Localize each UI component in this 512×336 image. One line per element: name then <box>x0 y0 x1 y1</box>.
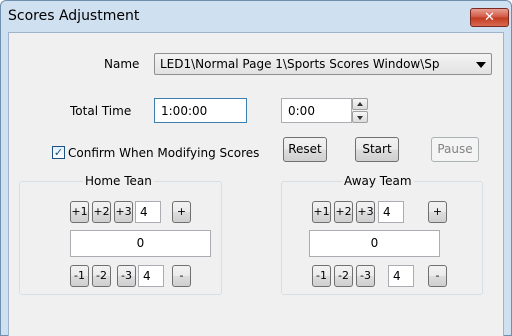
home-plus-button[interactable]: + <box>172 201 191 223</box>
name-label: Name <box>104 57 140 71</box>
away-decrement-value: 4 <box>393 269 401 283</box>
home-score-value: 0 <box>136 236 145 250</box>
away-plus-1-button[interactable]: +1 <box>312 201 331 223</box>
confirm-checkbox[interactable]: ✓ <box>52 146 65 159</box>
spin-down-button[interactable] <box>352 111 368 123</box>
total-time-label: Total Time <box>70 104 132 118</box>
home-decrement-value: 4 <box>143 269 151 283</box>
title-bar[interactable]: Scores Adjustment ✕ <box>1 1 511 32</box>
arrow-up-icon <box>357 102 363 106</box>
away-decrement-input[interactable]: 4 <box>388 265 414 287</box>
reset-button[interactable]: Reset <box>283 137 327 162</box>
elapsed-time-input[interactable]: 0:00 <box>281 98 352 123</box>
home-team-title: Home Tean <box>83 174 154 188</box>
away-plus-2-button[interactable]: +2 <box>334 201 353 223</box>
name-dropdown[interactable]: LED1\Normal Page 1\Sports Scores Window\… <box>154 53 492 75</box>
away-minus-1-button[interactable]: -1 <box>312 265 331 287</box>
home-plus-3-button[interactable]: +3 <box>114 201 133 223</box>
home-increment-input[interactable]: 4 <box>135 201 161 223</box>
home-team-group: Home Tean +1 +2 +3 4 + 0 -1 -2 -3 4 - <box>19 174 222 295</box>
total-time-input[interactable]: 1:00:00 <box>154 98 247 123</box>
total-time-value: 1:00:00 <box>161 104 208 118</box>
window-title: Scores Adjustment <box>8 8 140 24</box>
arrow-down-icon <box>357 116 363 120</box>
home-minus-2-button[interactable]: -2 <box>92 265 111 287</box>
away-minus-2-button[interactable]: -2 <box>334 265 353 287</box>
away-increment-value: 4 <box>383 205 391 219</box>
home-minus-button[interactable]: - <box>172 265 191 287</box>
check-icon: ✓ <box>53 146 64 159</box>
home-score-field[interactable]: 0 <box>70 230 211 257</box>
home-plus-2-button[interactable]: +2 <box>92 201 111 223</box>
away-plus-3-button[interactable]: +3 <box>356 201 375 223</box>
elapsed-time-spinner <box>352 98 369 125</box>
away-score-field[interactable]: 0 <box>309 230 440 257</box>
home-decrement-input[interactable]: 4 <box>138 265 164 287</box>
away-score-value: 0 <box>370 236 379 250</box>
close-icon: ✕ <box>484 10 495 25</box>
name-value: LED1\Normal Page 1\Sports Scores Window\… <box>160 57 440 71</box>
home-minus-3-button[interactable]: -3 <box>117 265 136 287</box>
home-plus-1-button[interactable]: +1 <box>70 201 89 223</box>
start-button[interactable]: Start <box>355 137 399 162</box>
close-button[interactable]: ✕ <box>470 8 509 27</box>
pause-button[interactable]: Pause <box>431 137 479 162</box>
scores-adjustment-window: Scores Adjustment ✕ Name LED1\Normal Pag… <box>0 0 512 336</box>
spin-up-button[interactable] <box>352 98 368 110</box>
away-increment-input[interactable]: 4 <box>378 201 404 223</box>
home-minus-1-button[interactable]: -1 <box>70 265 89 287</box>
away-plus-button[interactable]: + <box>428 201 447 223</box>
confirm-label[interactable]: Confirm When Modifying Scores <box>68 146 259 160</box>
home-increment-value: 4 <box>140 205 148 219</box>
dialog-body: Name LED1\Normal Page 1\Sports Scores Wi… <box>8 32 504 336</box>
away-minus-button[interactable]: - <box>428 265 447 287</box>
away-team-group: Away Team +1 +2 +3 4 + 0 -1 -2 -3 4 - <box>281 174 483 295</box>
chevron-down-icon <box>476 62 486 68</box>
away-team-title: Away Team <box>342 174 414 188</box>
elapsed-time-value: 0:00 <box>288 104 315 118</box>
away-minus-3-button[interactable]: -3 <box>356 265 375 287</box>
